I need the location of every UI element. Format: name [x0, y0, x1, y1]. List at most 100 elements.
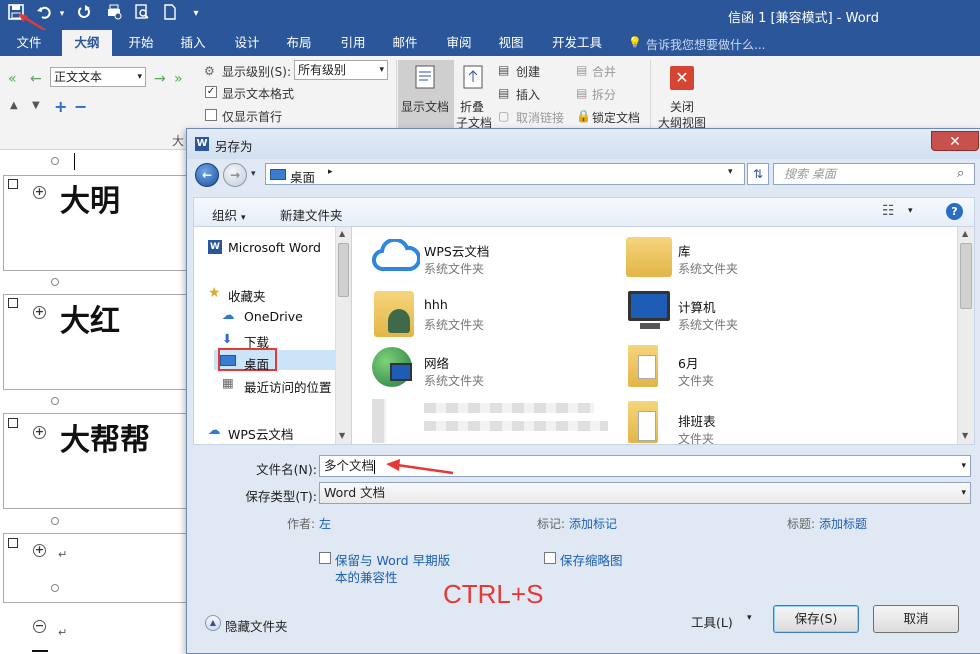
cancel-button[interactable]: 取消	[873, 605, 959, 633]
expand-heading-icon[interactable]: +	[33, 306, 46, 319]
nav-desktop[interactable]: 桌面	[244, 354, 269, 373]
tab-references[interactable]: 引用	[330, 30, 376, 56]
organize-button[interactable]: 组织 ▾	[212, 205, 246, 224]
add-title-link[interactable]: 添加标题	[819, 515, 867, 532]
file-item-name[interactable]: 计算机	[678, 297, 716, 316]
nav-scrollbar[interactable]: ▲ ▼	[335, 227, 351, 444]
nav-favorites[interactable]: 收藏夹	[228, 286, 266, 305]
tab-mailings[interactable]: 邮件	[382, 30, 428, 56]
expand-icon[interactable]: +	[54, 97, 67, 116]
scroll-up-icon[interactable]: ▲	[339, 229, 345, 238]
tab-outline[interactable]: 大纲	[62, 30, 112, 56]
customize-qat-icon[interactable]: ▾	[186, 4, 206, 24]
save-thumbnail-checkbox[interactable]	[544, 552, 556, 564]
show-text-format-checkbox[interactable]: ✓	[205, 86, 217, 98]
scroll-down-icon[interactable]: ▼	[339, 431, 345, 440]
tools-button[interactable]: 工具(L)	[691, 612, 733, 631]
back-button[interactable]: ←	[195, 163, 219, 187]
keep-compat-checkbox[interactable]	[319, 552, 331, 564]
tab-design[interactable]: 设计	[224, 30, 270, 56]
subdocument-icon[interactable]	[8, 179, 18, 189]
collapse-icon[interactable]: −	[74, 97, 87, 116]
scroll-up-icon[interactable]: ▲	[962, 229, 968, 238]
tab-developer[interactable]: 开发工具	[544, 30, 610, 56]
promote-icon[interactable]: ←	[30, 71, 42, 87]
file-item-name[interactable]: hhh	[424, 297, 448, 312]
file-item-name[interactable]: 6月	[678, 353, 698, 372]
heading-1[interactable]: 大明	[60, 176, 120, 220]
author-value[interactable]: 左	[319, 515, 331, 532]
collapse-subdocuments-button[interactable]: 折叠 子文档	[456, 60, 496, 132]
tab-review[interactable]: 审阅	[436, 30, 482, 56]
nav-wps-cloud[interactable]: WPS云文档	[228, 424, 293, 443]
create-button[interactable]: 创建	[516, 63, 540, 80]
subdocument-icon[interactable]	[8, 538, 18, 548]
split-button[interactable]: 拆分	[592, 86, 616, 103]
unlink-button[interactable]: 取消链接	[516, 109, 564, 126]
redo-icon[interactable]	[74, 4, 94, 24]
scroll-thumb[interactable]	[960, 243, 972, 309]
collapse-heading-icon[interactable]: −	[33, 620, 46, 633]
address-bar[interactable]: 桌面 ▸ ▾	[265, 163, 745, 185]
new-folder-button[interactable]: 新建文件夹	[280, 205, 343, 224]
tab-view[interactable]: 视图	[488, 30, 534, 56]
tab-home[interactable]: 开始	[118, 30, 164, 56]
chevron-down-icon[interactable]: ▾	[961, 456, 966, 476]
subdocument-icon[interactable]	[8, 298, 18, 308]
tell-me-box[interactable]: 告诉我您想要做什么...	[646, 36, 765, 53]
recent-pages-dropdown-icon[interactable]: ▾	[251, 169, 256, 179]
tab-file[interactable]: 文件	[6, 30, 52, 56]
tools-dropdown-icon[interactable]: ▾	[747, 613, 752, 623]
search-input[interactable]: 搜索 桌面	[773, 163, 975, 185]
save-button[interactable]: 保存(S)	[773, 605, 859, 633]
show-first-line-checkbox[interactable]	[205, 109, 217, 121]
file-item-name[interactable]: 网络	[424, 353, 449, 372]
show-document-button[interactable]: 显示文档	[398, 60, 454, 128]
scroll-thumb[interactable]	[338, 243, 349, 297]
file-item-name[interactable]: 库	[678, 241, 691, 260]
subdocument-icon[interactable]	[8, 418, 18, 428]
nav-onedrive[interactable]: OneDrive	[244, 309, 303, 324]
filetype-select[interactable]: Word 文档 ▾	[319, 482, 971, 504]
close-outline-view-button[interactable]: ✕ 关闭 大纲视图	[656, 60, 710, 132]
address-segment-desktop[interactable]: 桌面	[290, 167, 315, 186]
tab-layout[interactable]: 布局	[276, 30, 322, 56]
hide-folders-icon[interactable]: ▲	[205, 615, 221, 631]
move-down-icon[interactable]: ▼	[32, 100, 40, 111]
address-dropdown-icon[interactable]: ▾	[728, 167, 733, 177]
new-document-icon[interactable]	[160, 4, 180, 24]
lock-document-button[interactable]: 锁定文档	[592, 109, 640, 126]
file-item-name[interactable]: 排班表	[678, 411, 716, 430]
forward-button[interactable]: →	[223, 163, 247, 187]
file-item-name[interactable]: WPS云文档	[424, 241, 489, 260]
view-options-icon[interactable]: ☷	[882, 203, 895, 219]
find-document-icon[interactable]	[132, 4, 152, 24]
merge-button[interactable]: 合并	[592, 63, 616, 80]
nav-microsoft-word[interactable]: Microsoft Word	[228, 240, 321, 255]
expand-heading-icon[interactable]: +	[33, 544, 46, 557]
document-area[interactable]: + 大明 + 大红 + 大帮帮 + ↵ − ↵	[0, 150, 186, 654]
tab-insert[interactable]: 插入	[170, 30, 216, 56]
demote-icon[interactable]: →	[154, 71, 166, 87]
help-icon[interactable]: ?	[946, 203, 963, 220]
add-tags-link[interactable]: 添加标记	[569, 515, 617, 532]
refresh-icon[interactable]: ⇅	[747, 163, 769, 185]
expand-heading-icon[interactable]: +	[33, 186, 46, 199]
address-chevron-icon[interactable]: ▸	[328, 167, 333, 177]
expand-heading-icon[interactable]: +	[33, 426, 46, 439]
show-level-select[interactable]: 所有级别 ▾	[294, 60, 388, 80]
heading-3[interactable]: 大帮帮	[60, 415, 150, 459]
promote-to-heading1-icon[interactable]: «	[8, 71, 17, 87]
view-dropdown-icon[interactable]: ▾	[908, 206, 913, 216]
hide-folders-button[interactable]: 隐藏文件夹	[225, 616, 288, 635]
print-preview-icon[interactable]	[104, 4, 124, 24]
scroll-down-icon[interactable]: ▼	[962, 431, 968, 440]
dialog-close-button[interactable]: ✕	[931, 131, 979, 151]
heading-2[interactable]: 大红	[60, 296, 120, 340]
insert-subdoc-button[interactable]: 插入	[516, 86, 540, 103]
outline-level-select[interactable]: 正文文本 ▾	[50, 67, 146, 87]
nav-recent-places[interactable]: 最近访问的位置	[244, 377, 332, 396]
file-list-scrollbar[interactable]: ▲ ▼	[957, 227, 974, 444]
move-up-icon[interactable]: ▲	[10, 100, 18, 111]
demote-to-body-icon[interactable]: »	[174, 71, 183, 87]
